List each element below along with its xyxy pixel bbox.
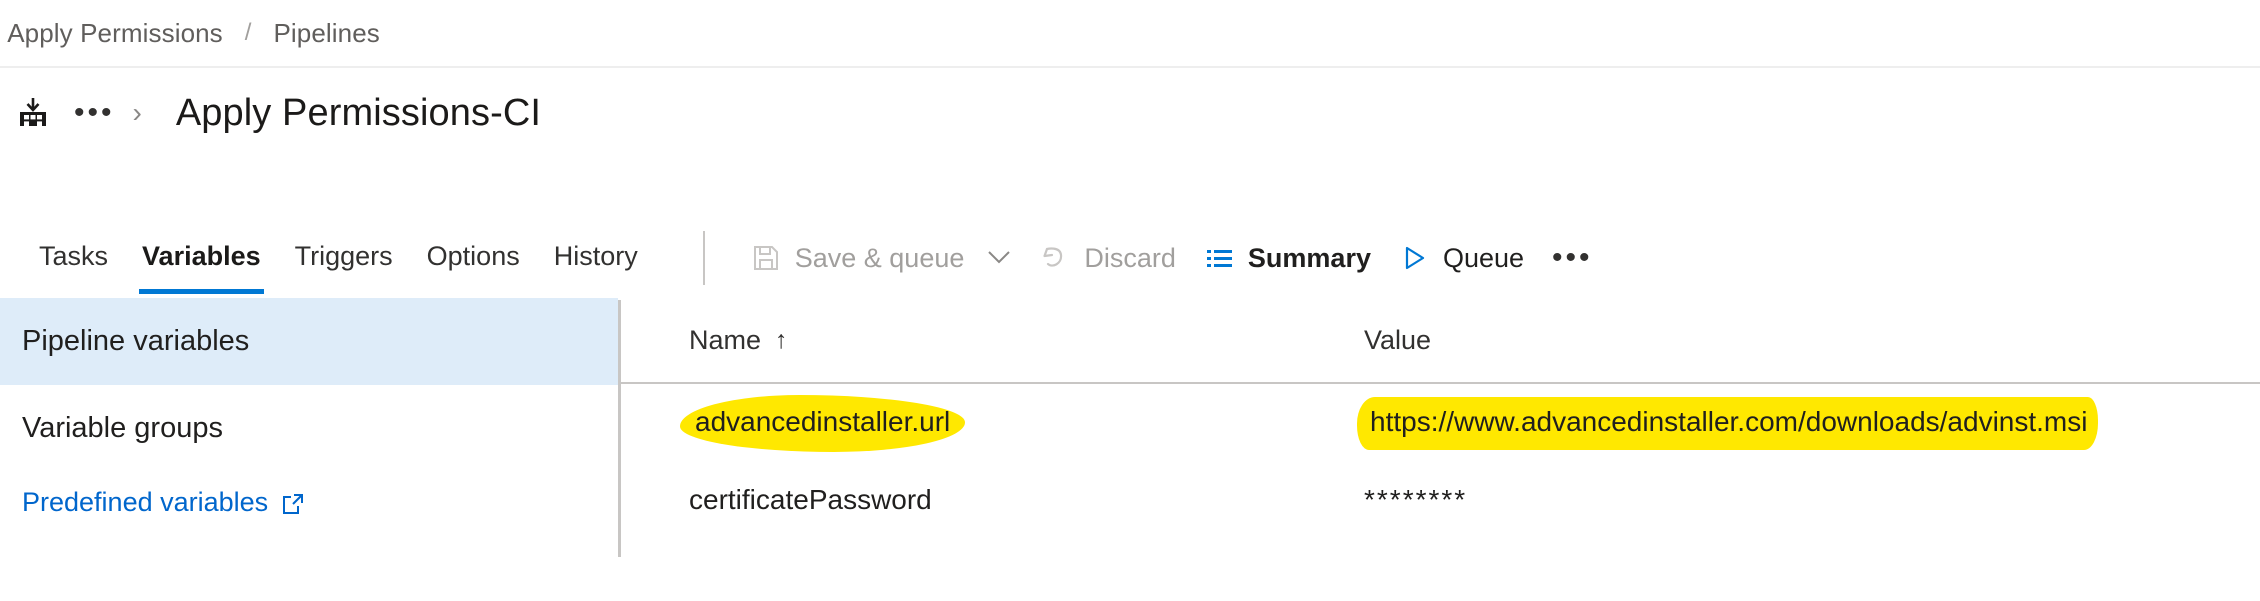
variable-value-text: https://www.advancedinstaller.com/downlo…: [1370, 406, 2088, 437]
undo-icon: [1040, 243, 1070, 273]
toolbar: Save & queue Discard Summary Queue •••: [702, 224, 1607, 292]
more-actions-button[interactable]: •••: [1538, 227, 1607, 289]
table-header-row: Name ↑ Value: [621, 298, 2260, 384]
chevron-right-icon: ›: [132, 97, 142, 128]
sidebar-item-variable-groups[interactable]: Variable groups: [0, 385, 618, 472]
play-icon: [1399, 243, 1429, 273]
column-header-value-label: Value: [1364, 324, 1432, 355]
variable-value-cell[interactable]: https://www.advancedinstaller.com/downlo…: [1354, 397, 2260, 450]
pipeline-breadcrumb-overflow[interactable]: •••: [74, 98, 115, 128]
queue-label: Queue: [1442, 242, 1525, 273]
build-icon: [16, 96, 50, 130]
breadcrumb-separator: /: [244, 19, 252, 46]
page-title: Apply Permissions-CI: [175, 91, 542, 134]
more-actions-icon: •••: [1552, 241, 1593, 274]
variables-content: Pipeline variables Variable groups Prede…: [0, 298, 2260, 601]
save-and-queue-label: Save & queue: [794, 242, 965, 273]
table-row[interactable]: certificatePassword ********: [621, 461, 2260, 538]
tab-list: Tasks Variables Triggers Options History: [0, 222, 655, 298]
breadcrumb-item-pipelines[interactable]: Pipelines: [273, 18, 379, 49]
column-header-value[interactable]: Value: [1354, 325, 2260, 356]
tab-options[interactable]: Options: [410, 222, 537, 298]
variable-value-cell[interactable]: ********: [1354, 484, 2260, 516]
column-header-name-label: Name: [689, 324, 762, 355]
tab-tasks[interactable]: Tasks: [22, 222, 125, 298]
summary-button[interactable]: Summary: [1190, 227, 1385, 289]
save-icon: [751, 243, 781, 273]
variable-name-cell[interactable]: certificatePassword: [621, 484, 1354, 516]
variable-name-cell[interactable]: advancedinstaller.url: [621, 395, 1354, 452]
sort-ascending-icon: ↑: [775, 325, 788, 354]
tab-toolbar-strip: Tasks Variables Triggers Options History…: [0, 222, 2260, 298]
discard-label: Discard: [1084, 242, 1176, 273]
external-link-icon: [282, 491, 304, 514]
toolbar-divider: [702, 231, 705, 285]
breadcrumb-bar: / Apply Permissions / Pipelines: [0, 0, 2260, 68]
variables-table: Name ↑ Value advancedinstaller.url https…: [621, 298, 2260, 601]
summary-label: Summary: [1247, 242, 1371, 273]
table-row[interactable]: advancedinstaller.url https://www.advanc…: [621, 384, 2260, 461]
column-header-name[interactable]: Name ↑: [621, 325, 1354, 356]
tab-variables[interactable]: Variables: [125, 222, 278, 298]
variable-value-masked-text: ********: [1364, 483, 1468, 515]
discard-button[interactable]: Discard: [1026, 227, 1190, 289]
tab-triggers[interactable]: Triggers: [278, 222, 410, 298]
queue-button[interactable]: Queue: [1385, 227, 1538, 289]
sidebar-link-predefined-variables[interactable]: Predefined variables: [0, 472, 618, 532]
save-and-queue-button[interactable]: Save & queue: [737, 227, 1027, 289]
sidebar-item-pipeline-variables[interactable]: Pipeline variables: [0, 298, 618, 385]
pipeline-header: ••• › Apply Permissions-CI: [0, 68, 2260, 158]
highlight-marker-value: https://www.advancedinstaller.com/downlo…: [1356, 397, 2099, 450]
highlight-marker-name: advancedinstaller.url: [679, 395, 966, 452]
summary-list-icon: [1204, 243, 1234, 273]
breadcrumb-item-project[interactable]: Apply Permissions: [7, 18, 223, 49]
tab-history[interactable]: History: [537, 222, 655, 298]
variable-name-text: advancedinstaller.url: [695, 406, 951, 437]
variables-sidebar: Pipeline variables Variable groups Prede…: [0, 298, 618, 601]
chevron-down-icon[interactable]: [986, 245, 1012, 271]
variable-name-text: certificatePassword: [689, 483, 932, 515]
sidebar-link-label: Predefined variables: [22, 486, 269, 517]
